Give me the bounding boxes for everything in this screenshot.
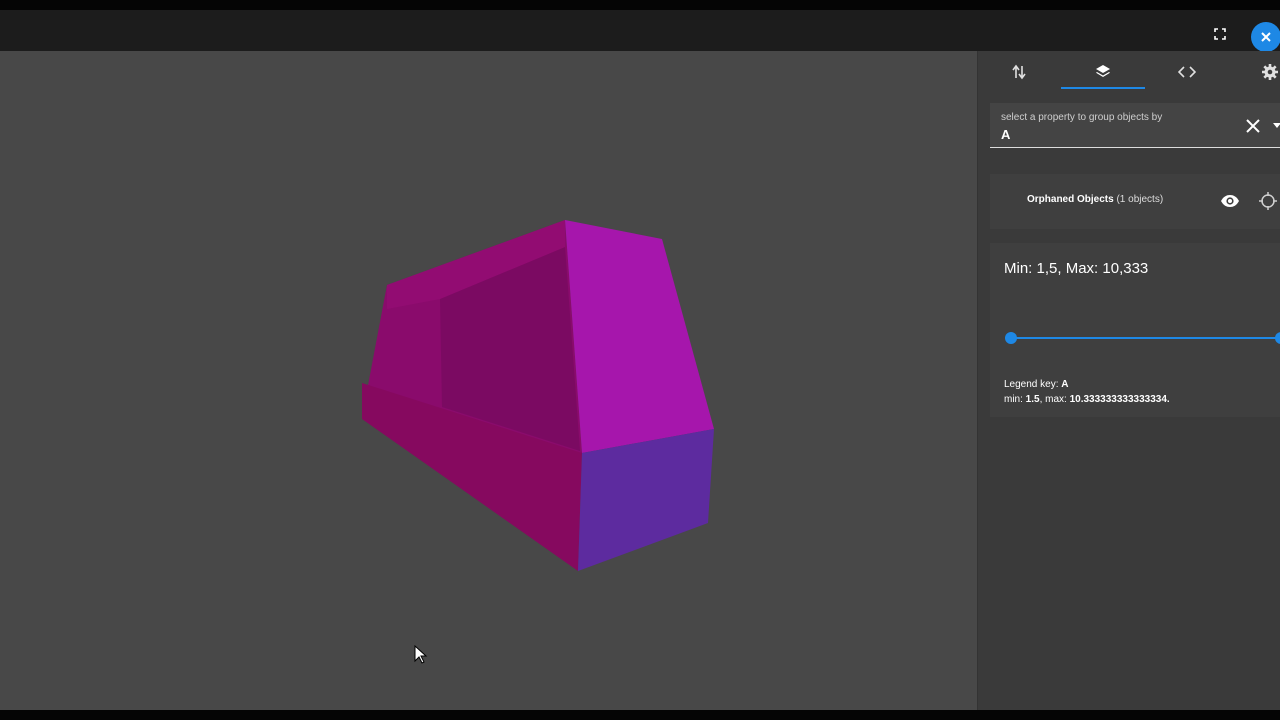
isolate-button[interactable]	[1257, 190, 1279, 212]
3d-object-mesh[interactable]	[0, 51, 977, 710]
range-slider-max-thumb[interactable]	[1275, 332, 1280, 344]
panel-tabs	[978, 51, 1280, 91]
range-slider-min-thumb[interactable]	[1005, 332, 1017, 344]
orphaned-objects-label: Orphaned Objects (1 objects)	[1027, 194, 1163, 205]
legend-max-value: 10.333333333333334.	[1069, 394, 1170, 405]
group-by-value: A	[1001, 127, 1011, 142]
close-icon	[1261, 32, 1271, 42]
legend-range-line: min: 1.5, max: 10.333333333333334.	[1004, 392, 1170, 407]
fullscreen-icon	[1214, 28, 1226, 40]
orphaned-objects-group[interactable]: Orphaned Objects (1 objects)	[990, 174, 1280, 229]
range-slider-track[interactable]	[1011, 337, 1280, 339]
eye-icon	[1221, 195, 1239, 207]
group-by-select[interactable]: select a property to group objects by A	[990, 103, 1280, 148]
max-value: 10,333	[1102, 260, 1149, 277]
bottom-edge	[0, 710, 1280, 720]
crosshair-icon	[1259, 192, 1277, 210]
min-max-readout: Min: 1,5, Max: 10,333	[1004, 260, 1148, 277]
fullscreen-button[interactable]	[1210, 24, 1230, 44]
tab-settings[interactable]	[1255, 59, 1280, 85]
code-icon	[1178, 66, 1196, 78]
side-panel: select a property to group objects by A …	[977, 51, 1280, 710]
mouse-cursor-icon	[414, 645, 428, 664]
orphaned-objects-count: (1 objects)	[1116, 194, 1164, 205]
mesh-face-front-lower	[578, 429, 714, 571]
max-label: , Max:	[1057, 260, 1103, 277]
sort-arrows-icon	[1012, 64, 1026, 80]
legend-min-value: 1.5	[1025, 394, 1040, 405]
min-label: Min:	[1004, 260, 1037, 277]
title-bar	[0, 10, 1280, 52]
close-button[interactable]	[1251, 22, 1280, 52]
orphaned-objects-name: Orphaned Objects	[1027, 194, 1114, 205]
legend-max-label: , max:	[1039, 394, 1070, 405]
visibility-toggle[interactable]	[1219, 191, 1241, 211]
mesh-face-right	[565, 220, 714, 453]
clear-icon[interactable]	[1244, 117, 1262, 135]
legend-card: Min: 1,5, Max: 10,333 Legend key: A min:…	[990, 243, 1280, 417]
legend-key-prefix: Legend key:	[1004, 379, 1062, 390]
tab-layers[interactable]	[1088, 59, 1118, 85]
active-tab-indicator	[1061, 87, 1145, 89]
gear-icon	[1262, 64, 1278, 80]
legend-key-text: Legend key: A min: 1.5, max: 10.33333333…	[1004, 377, 1170, 407]
tab-code[interactable]	[1172, 59, 1202, 85]
top-edge	[0, 0, 1280, 10]
legend-min-label: min:	[1004, 394, 1026, 405]
min-value: 1,5	[1036, 260, 1058, 277]
3d-viewport[interactable]	[0, 51, 977, 710]
chevron-down-icon[interactable]	[1273, 123, 1280, 128]
tab-sort[interactable]	[1004, 59, 1034, 85]
group-by-label: select a property to group objects by	[1001, 112, 1163, 123]
legend-key-value: A	[1061, 379, 1069, 390]
legend-key-line: Legend key: A	[1004, 377, 1170, 392]
layers-icon	[1096, 65, 1110, 77]
